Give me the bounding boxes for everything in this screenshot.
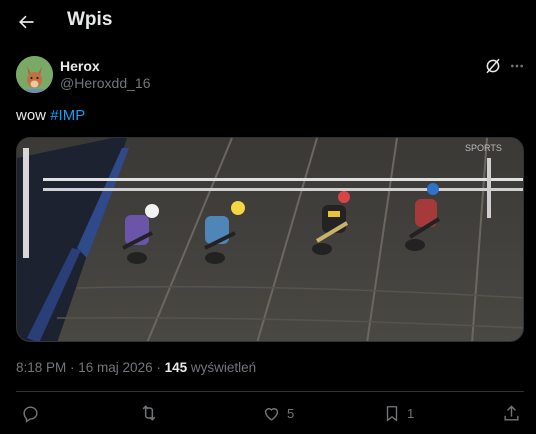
post-date[interactable]: 16 maj 2026 — [78, 360, 152, 375]
page-title: Wpis — [67, 9, 113, 30]
avatar[interactable] — [16, 56, 53, 93]
like-button[interactable]: 5 — [262, 402, 294, 424]
author-handle[interactable]: @Heroxdd_16 — [60, 75, 151, 91]
post-meta: 8:18 PM · 16 maj 2026 · 145 wyświetleń — [16, 360, 256, 375]
post-image[interactable]: SPORTS — [16, 137, 524, 342]
bookmark-icon — [386, 405, 398, 422]
bookmark-button[interactable]: 1 — [383, 402, 414, 424]
watermark-text: SPORTS — [465, 143, 502, 153]
post-text-prefix: wow — [16, 107, 51, 124]
divider — [16, 391, 524, 392]
views-label: wyświetleń — [187, 360, 257, 375]
post-time[interactable]: 8:18 PM — [16, 360, 66, 375]
speedway-race-image: SPORTS — [17, 138, 523, 341]
heart-icon — [264, 407, 279, 421]
repost-icon — [142, 405, 156, 421]
share-icon — [504, 404, 519, 421]
arrow-left-icon[interactable] — [14, 10, 38, 34]
reply-button[interactable] — [21, 402, 40, 424]
repost-button[interactable] — [139, 402, 159, 424]
author-name[interactable]: Herox — [60, 58, 100, 74]
meta-separator: · — [66, 360, 79, 375]
header-bar: Wpis — [0, 0, 536, 44]
avatar-fox-icon — [16, 56, 53, 93]
grok-icon[interactable] — [484, 57, 502, 75]
like-count: 5 — [287, 405, 295, 421]
bookmark-count: 1 — [407, 405, 415, 421]
meta-separator: · — [152, 360, 165, 375]
hashtag-link[interactable]: #IMP — [50, 107, 85, 124]
post-text: wow #IMP — [16, 107, 85, 124]
reply-icon — [23, 405, 38, 423]
views-count: 145 — [164, 360, 188, 375]
action-bar: 5 1 — [0, 396, 536, 430]
share-button[interactable] — [502, 402, 521, 424]
more-options-icon[interactable] — [508, 57, 526, 75]
